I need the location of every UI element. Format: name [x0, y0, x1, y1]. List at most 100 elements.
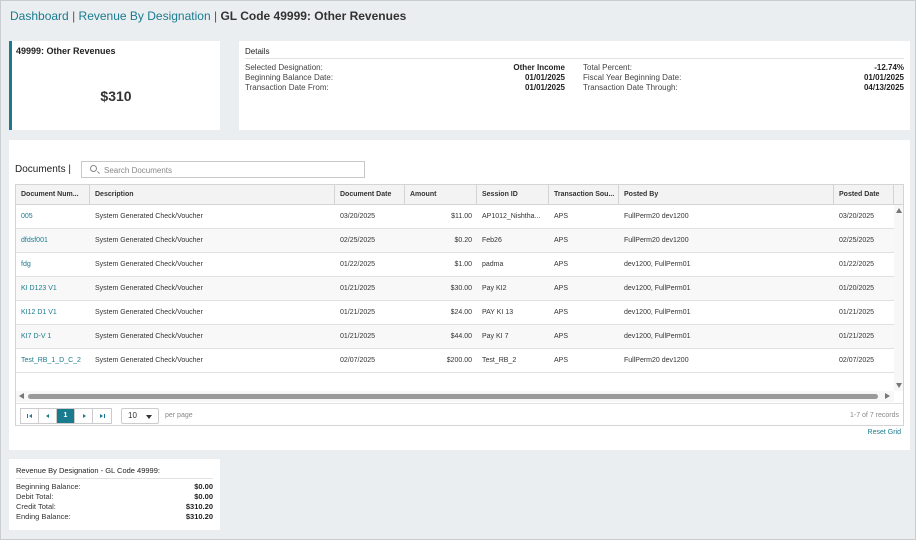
totals-value: $0.00	[194, 492, 213, 501]
document-date-cell: 01/22/2025	[340, 261, 376, 268]
table-row[interactable]: Test_RB_1_D_C_2 System Generated Check/V…	[16, 349, 894, 373]
last-page-button[interactable]	[93, 409, 111, 423]
table-row[interactable]: KI7 D-V 1 System Generated Check/Voucher…	[16, 325, 894, 349]
transaction-source-cell: APS	[554, 213, 569, 220]
posted-by-cell: dev1200, FullPerm01	[624, 285, 691, 292]
posted-date-cell: 01/22/2025	[839, 261, 875, 268]
document-number-link[interactable]: Test_RB_1_D_C_2	[16, 349, 90, 373]
description-cell: System Generated Check/Voucher	[95, 333, 203, 340]
column-header-session-id[interactable]: Session ID	[477, 185, 549, 205]
documents-card: Documents | Document Num... Description …	[9, 140, 910, 450]
document-number-link[interactable]: fdg	[16, 253, 90, 277]
detail-value: 01/01/2025	[524, 83, 565, 92]
posted-by-cell: dev1200, FullPerm01	[624, 333, 691, 340]
search-documents-input[interactable]	[104, 164, 354, 176]
search-icon	[90, 165, 97, 172]
document-number-link[interactable]: KI7 D-V 1	[16, 325, 90, 349]
scroll-right-arrow-icon[interactable]	[885, 393, 890, 399]
description-cell: System Generated Check/Voucher	[95, 309, 203, 316]
chevron-down-icon	[146, 415, 152, 419]
page-title: GL Code 49999: Other Revenues	[220, 9, 407, 23]
posted-date-cell: 01/21/2025	[839, 309, 875, 316]
column-header-posted-date[interactable]: Posted Date	[834, 185, 894, 205]
horizontal-scrollbar-thumb[interactable]	[28, 394, 878, 399]
posted-date-cell: 01/20/2025	[839, 285, 875, 292]
session-id-cell: AP1012_Nishtha...	[482, 213, 541, 220]
transaction-source-cell: APS	[554, 357, 569, 364]
document-number-link[interactable]: KI12 D1 V1	[16, 301, 90, 325]
column-header-posted-by[interactable]: Posted By	[619, 185, 834, 205]
details-divider	[245, 58, 904, 59]
column-header-document-number[interactable]: Document Num...	[16, 185, 90, 205]
document-number-link[interactable]: KI D123 V1	[16, 277, 90, 301]
document-date-cell: 02/25/2025	[340, 237, 376, 244]
posted-date-cell: 01/21/2025	[839, 333, 875, 340]
totals-value: $310.20	[185, 512, 213, 521]
vertical-scrollbar[interactable]	[894, 205, 903, 391]
totals-value: $0.00	[194, 482, 213, 491]
amount-cell: $24.00	[450, 309, 472, 316]
scroll-up-arrow-icon[interactable]	[896, 208, 902, 213]
column-header-amount[interactable]: Amount	[405, 185, 477, 205]
amount-cell: $200.00	[446, 357, 472, 364]
first-page-button[interactable]	[21, 409, 39, 423]
breadcrumb-revenue-link[interactable]: Revenue By Designation	[79, 9, 211, 23]
document-number-link[interactable]: 005	[16, 205, 90, 229]
document-date-cell: 01/21/2025	[340, 285, 376, 292]
breadcrumb-dashboard-link[interactable]: Dashboard	[10, 9, 69, 23]
detail-value: 04/13/2025	[863, 83, 904, 92]
previous-page-button[interactable]	[39, 409, 57, 423]
detail-label: Transaction Date Through:	[583, 83, 678, 92]
column-header-description[interactable]: Description	[90, 185, 335, 205]
document-number-link[interactable]: dfdsf001	[16, 229, 90, 253]
page-size-select[interactable]: 10	[121, 408, 159, 424]
column-header-transaction-source[interactable]: Transaction Sou...	[549, 185, 619, 205]
amount-cell: $44.00	[450, 333, 472, 340]
amount-cell: $30.00	[450, 285, 472, 292]
totals-label: Ending Balance:	[16, 512, 71, 521]
horizontal-scrollbar[interactable]	[16, 391, 894, 402]
session-id-cell: Pay KI2	[482, 285, 507, 292]
next-page-button[interactable]	[75, 409, 93, 423]
previous-page-icon	[46, 414, 49, 418]
column-header-document-date[interactable]: Document Date	[335, 185, 405, 205]
grid-pager: 1 10 per page 1-7 of 7 records	[16, 403, 903, 425]
detail-label: Fiscal Year Beginning Date:	[583, 73, 682, 82]
totals-value: $310.20	[185, 502, 213, 511]
first-page-arrow-icon	[29, 414, 32, 418]
detail-value: 01/01/2025	[863, 73, 904, 82]
session-id-cell: Pay KI 7	[482, 333, 509, 340]
description-cell: System Generated Check/Voucher	[95, 285, 203, 292]
breadcrumb-separator: |	[72, 9, 76, 23]
gl-summary-card: 49999: Other Revenues $310	[9, 41, 220, 130]
amount-cell: $1.00	[454, 261, 472, 268]
table-row[interactable]: dfdsf001 System Generated Check/Voucher …	[16, 229, 894, 253]
document-date-cell: 01/21/2025	[340, 333, 376, 340]
table-row[interactable]: fdg System Generated Check/Voucher 01/22…	[16, 253, 894, 277]
description-cell: System Generated Check/Voucher	[95, 261, 203, 268]
table-row[interactable]: KI12 D1 V1 System Generated Check/Vouche…	[16, 301, 894, 325]
session-id-cell: Feb26	[482, 237, 502, 244]
totals-divider	[16, 478, 213, 479]
scroll-left-arrow-icon[interactable]	[19, 393, 24, 399]
last-page-icon	[104, 414, 105, 418]
posted-date-cell: 03/20/2025	[839, 213, 875, 220]
detail-value: 01/01/2025	[524, 73, 565, 82]
reset-grid-link[interactable]: Reset Grid	[868, 429, 901, 436]
session-id-cell: padma	[482, 261, 504, 268]
page-number-button[interactable]: 1	[57, 409, 75, 423]
session-id-cell: PAY KI 13	[482, 309, 514, 316]
table-row[interactable]: KI D123 V1 System Generated Check/Vouche…	[16, 277, 894, 301]
details-card: Details Selected Designation: Other Inco…	[239, 41, 910, 130]
page-size-value: 10	[128, 411, 137, 420]
totals-row: Ending Balance: $310.20	[16, 512, 213, 521]
posted-date-cell: 02/25/2025	[839, 237, 875, 244]
table-row[interactable]: 005 System Generated Check/Voucher 03/20…	[16, 205, 894, 229]
breadcrumb: Dashboard | Revenue By Designation | GL …	[10, 9, 406, 23]
first-page-icon	[27, 414, 28, 418]
totals-row: Credit Total: $310.20	[16, 502, 213, 511]
totals-card: Revenue By Designation - GL Code 49999: …	[9, 459, 220, 530]
scroll-down-arrow-icon[interactable]	[896, 383, 902, 388]
transaction-source-cell: APS	[554, 309, 569, 316]
session-id-cell: Test_RB_2	[482, 357, 517, 364]
